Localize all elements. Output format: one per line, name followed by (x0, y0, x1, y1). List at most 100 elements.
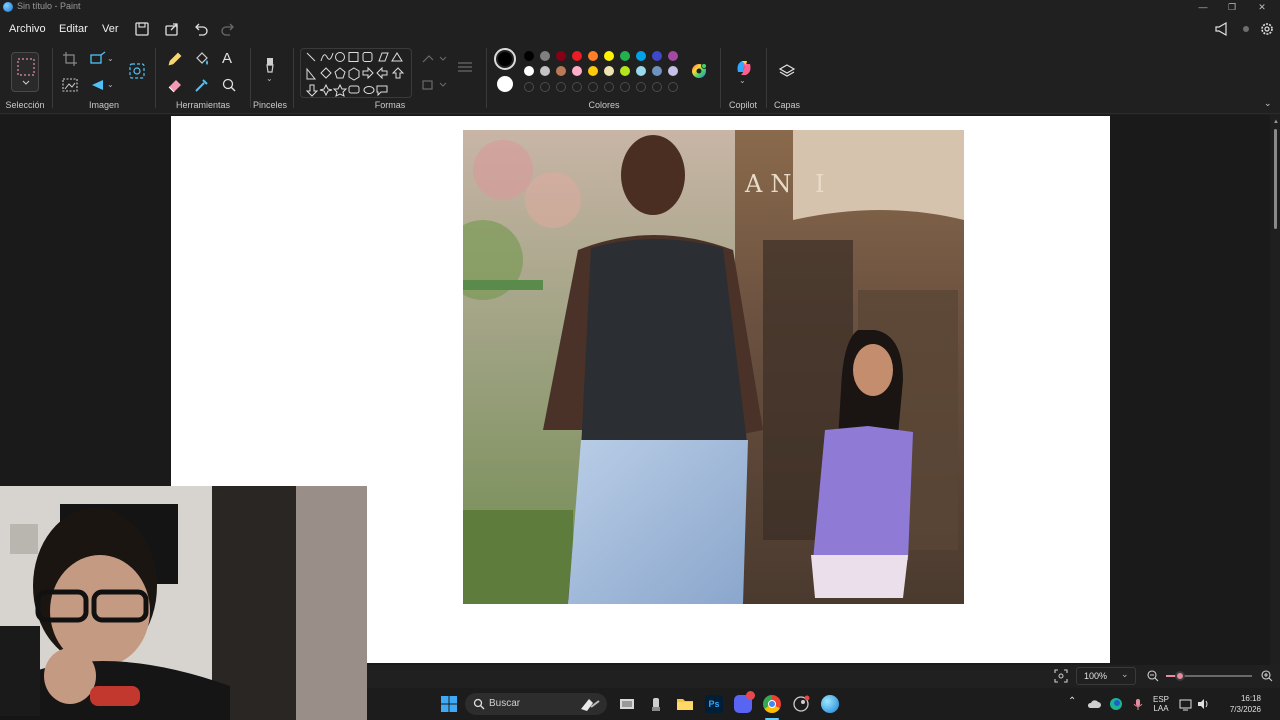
zoom-in-icon[interactable] (1260, 669, 1274, 683)
zoom-chevron-icon: ⌄ (1121, 669, 1129, 679)
palette-swatch[interactable] (540, 66, 550, 76)
tray-overflow-chevron-icon[interactable]: ⌃ (1068, 696, 1076, 707)
brush-chevron-icon[interactable]: ⌄ (266, 74, 273, 83)
crop-icon[interactable] (61, 50, 79, 68)
palette-swatch[interactable] (540, 51, 550, 61)
rotate-chevron-icon[interactable]: ⌄ (107, 80, 114, 89)
share-icon[interactable] (163, 20, 181, 38)
redo-icon[interactable] (219, 20, 237, 38)
palette-swatch[interactable] (636, 51, 646, 61)
edit-colors-icon[interactable] (690, 62, 708, 80)
photoshop-icon[interactable]: Ps (705, 695, 723, 713)
palette-swatch[interactable] (572, 51, 582, 61)
resize-icon[interactable] (89, 50, 107, 68)
taskbar-clock[interactable]: 16:18 7/3/2026 (1217, 693, 1261, 715)
secondary-color[interactable] (497, 76, 513, 92)
custom-color-slot[interactable] (604, 82, 614, 92)
microphone-icon[interactable] (1131, 697, 1145, 711)
pencil-icon[interactable] (166, 50, 184, 68)
zoom-slider-thumb[interactable] (1175, 671, 1185, 681)
palette-swatch[interactable] (668, 66, 678, 76)
custom-color-slot[interactable] (652, 82, 662, 92)
zoom-dropdown[interactable]: 100% ⌄ (1076, 667, 1136, 685)
discord-icon[interactable] (734, 691, 755, 713)
copilot-chevron-icon[interactable]: ⌄ (739, 76, 746, 85)
zoom-out-icon[interactable] (1146, 669, 1160, 683)
custom-color-slot[interactable] (668, 82, 678, 92)
magnifier-icon[interactable] (220, 76, 238, 94)
palette-swatch[interactable] (572, 66, 582, 76)
edge-icon[interactable] (1109, 697, 1123, 711)
menu-editar[interactable]: Editar (59, 23, 88, 35)
task-view-icon[interactable] (618, 695, 636, 713)
zoom-slider[interactable] (1166, 671, 1252, 681)
custom-color-slot[interactable] (588, 82, 598, 92)
palette-swatch[interactable] (620, 66, 630, 76)
settings-icon[interactable] (1258, 20, 1276, 38)
resize-chevron-icon[interactable]: ⌄ (107, 54, 114, 63)
eraser-icon[interactable] (166, 76, 184, 94)
restore-button[interactable]: ❐ (1216, 0, 1248, 14)
custom-color-slot[interactable] (572, 82, 582, 92)
primary-color[interactable] (494, 48, 516, 70)
profile-icon[interactable] (1237, 20, 1255, 38)
fill-icon[interactable] (193, 50, 211, 68)
text-tool-icon[interactable]: A (222, 50, 232, 67)
undo-icon[interactable] (192, 20, 210, 38)
volume-icon[interactable] (1196, 697, 1210, 711)
onedrive-icon[interactable] (1087, 697, 1101, 711)
remove-background-icon[interactable] (128, 62, 146, 80)
rotate-icon[interactable] (89, 76, 107, 94)
announce-icon[interactable] (1213, 20, 1231, 38)
color-picker-icon[interactable] (193, 76, 211, 94)
network-icon[interactable] (1179, 697, 1193, 711)
fill-style-dropdown[interactable] (419, 76, 449, 94)
close-button[interactable]: ✕ (1246, 0, 1278, 14)
menu-ver[interactable]: Ver (102, 23, 119, 35)
palette-swatch[interactable] (588, 66, 598, 76)
palette-swatch[interactable] (524, 51, 534, 61)
custom-color-slot[interactable] (636, 82, 646, 92)
windows-start-icon[interactable] (440, 695, 458, 713)
menu-bar: Archivo Editar Ver (0, 14, 1280, 44)
palette-swatch[interactable] (588, 51, 598, 61)
taskbar-search-box[interactable]: Buscar (465, 693, 607, 715)
line-width-icon[interactable] (456, 58, 474, 76)
palette-swatch[interactable] (556, 66, 566, 76)
language-indicator[interactable]: ESP LAA (1151, 695, 1171, 713)
menu-archivo[interactable]: Archivo (9, 23, 46, 35)
palette-swatch[interactable] (636, 66, 646, 76)
custom-color-slot[interactable] (620, 82, 630, 92)
vertical-scrollbar[interactable]: ▲ (1270, 115, 1280, 665)
file-explorer-icon[interactable] (676, 695, 694, 713)
widgets-icon[interactable] (647, 695, 665, 713)
palette-swatch[interactable] (604, 51, 614, 61)
palette-swatch[interactable] (524, 66, 534, 76)
layers-icon[interactable] (778, 62, 796, 80)
minimize-button[interactable]: — (1187, 0, 1219, 14)
custom-color-slot[interactable] (524, 82, 534, 92)
ribbon-collapse-chevron-icon[interactable]: ⌄ (1264, 98, 1272, 109)
palette-swatch[interactable] (652, 66, 662, 76)
custom-color-slot[interactable] (540, 82, 550, 92)
chrome-icon[interactable] (763, 695, 781, 713)
shapes-grid-icon[interactable] (301, 49, 413, 99)
brush-icon[interactable] (261, 56, 279, 74)
palette-swatch[interactable] (652, 51, 662, 61)
palette-swatch[interactable] (620, 51, 630, 61)
pasted-photo[interactable]: AN I (463, 130, 964, 604)
save-icon[interactable] (133, 20, 151, 38)
steam-icon[interactable] (792, 695, 810, 713)
palette-swatch[interactable] (604, 66, 614, 76)
fit-screen-icon[interactable] (1054, 669, 1068, 683)
selection-icon (17, 58, 35, 85)
selection-tool-button[interactable] (11, 52, 39, 92)
copilot-icon[interactable] (734, 58, 754, 78)
palette-swatch[interactable] (556, 51, 566, 61)
custom-color-slot[interactable] (556, 82, 566, 92)
window-title: Sin título - Paint (17, 1, 81, 11)
palette-swatch[interactable] (668, 51, 678, 61)
paint-taskbar-icon[interactable] (821, 695, 839, 713)
image-select-icon[interactable] (61, 76, 79, 94)
outline-dropdown[interactable] (419, 50, 449, 68)
